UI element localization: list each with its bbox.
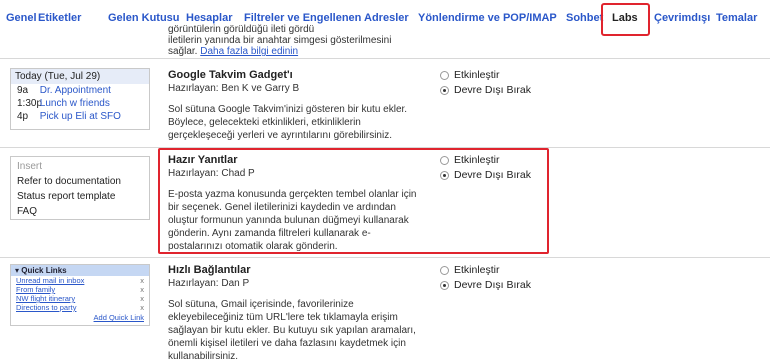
quick-link-row: NW flight itinerary x <box>11 294 149 303</box>
canned-responses-preview: Insert Refer to documentation Status rep… <box>10 156 150 220</box>
disable-label: Devre Dışı Bırak <box>454 279 532 291</box>
canned-responses-highlight <box>158 148 549 254</box>
remove-icon: x <box>140 294 144 303</box>
lab-author: Hazırlayan: Ben K ve Garry B <box>168 83 300 94</box>
tab-labels[interactable]: Etiketler <box>38 12 81 24</box>
radio-icon[interactable] <box>440 266 449 275</box>
quick-link: Unread mail in inbox <box>16 276 85 285</box>
disable-option[interactable]: Devre Dışı Bırak <box>440 278 580 293</box>
lab-title: Google Takvim Gadget'ı <box>168 69 293 81</box>
calendar-event: 4p Pick up Eli at SFO <box>11 110 149 123</box>
event-desc: Pick up Eli at SFO <box>39 111 121 122</box>
partial-line-3-prefix: sağlar. <box>168 46 198 57</box>
tab-inbox[interactable]: Gelen Kutusu <box>108 12 180 24</box>
calendar-gadget-preview: Today (Tue, Jul 29) 9a Dr. Appointment 1… <box>10 68 150 130</box>
radio-selected-icon[interactable] <box>440 281 449 290</box>
remove-icon: x <box>140 285 144 294</box>
lab-options: Etkinleştir Devre Dışı Bırak <box>440 263 580 293</box>
lab-description: Sol sütuna Google Takvim'inizi gösteren … <box>168 104 408 141</box>
canned-item: Status report template <box>17 191 116 202</box>
event-desc: Dr. Appointment <box>39 85 111 96</box>
quick-links-preview: ▾ Quick Links Unread mail in inbox x From… <box>10 264 150 326</box>
enable-label: Etkinleştir <box>454 264 500 276</box>
tab-chat[interactable]: Sohbet <box>566 12 603 24</box>
tab-general[interactable]: Genel <box>6 12 37 24</box>
remove-icon: x <box>140 303 144 312</box>
calendar-event: 9a Dr. Appointment <box>11 84 149 97</box>
quick-links-header: ▾ Quick Links <box>11 265 149 276</box>
canned-item: FAQ <box>17 206 38 217</box>
partial-line-2: iletilerin yanında bir anahtar simgesi g… <box>168 35 392 46</box>
radio-selected-icon[interactable] <box>440 86 449 95</box>
lab-title: Hızlı Bağlantılar <box>168 264 251 276</box>
radio-icon[interactable] <box>440 71 449 80</box>
lab-google-calendar: Google Takvim Gadget'ı Hazırlayan: Ben K… <box>168 68 424 142</box>
learn-more-link[interactable]: Daha fazla bilgi edinin <box>200 46 298 57</box>
event-time: 9a <box>17 85 29 96</box>
tab-accounts[interactable]: Hesaplar <box>186 12 232 24</box>
event-time: 4p <box>17 111 29 122</box>
event-time: 1:30p <box>17 98 43 109</box>
tab-themes[interactable]: Temalar <box>716 12 757 24</box>
remove-icon: x <box>140 276 144 285</box>
disable-label: Devre Dışı Bırak <box>454 84 532 96</box>
canned-item: Insert <box>17 161 43 172</box>
quick-link: Directions to party <box>16 303 77 312</box>
tab-filters[interactable]: Filtreler ve Engellenen Adresler <box>244 12 409 24</box>
calendar-preview-header: Today (Tue, Jul 29) <box>11 69 149 84</box>
partial-line-1: görüntülerin görüldüğü ileti gördü <box>168 24 315 35</box>
quick-link: From family <box>16 285 56 294</box>
tab-forwarding[interactable]: Yönlendirme ve POP/IMAP <box>418 12 557 24</box>
calendar-event: 1:30p Lunch w friends <box>11 97 149 110</box>
quick-link-row: From family x <box>11 285 149 294</box>
partial-line-3: sağlar. Daha fazla bilgi edinin <box>168 46 428 57</box>
row-divider <box>0 58 770 59</box>
quick-link: NW flight itinerary <box>16 294 76 303</box>
lab-quick-links: Hızlı Bağlantılar Hazırlayan: Dan P Sol … <box>168 263 424 362</box>
add-quick-link: Add Quick Link <box>93 313 144 322</box>
event-desc: Lunch w friends <box>39 98 110 109</box>
canned-item: Refer to documentation <box>17 176 121 187</box>
lab-author: Hazırlayan: Dan P <box>168 278 250 289</box>
disable-option[interactable]: Devre Dışı Bırak <box>440 83 580 98</box>
enable-option[interactable]: Etkinleştir <box>440 68 580 83</box>
lab-description: Sol sütuna, Gmail içerisinde, favorileri… <box>168 299 416 362</box>
labs-tab-highlight <box>601 3 650 36</box>
lab-options: Etkinleştir Devre Dışı Bırak <box>440 68 580 98</box>
enable-option[interactable]: Etkinleştir <box>440 263 580 278</box>
tab-offline[interactable]: Çevrimdışı <box>654 12 710 24</box>
quick-link-row: Unread mail in inbox x <box>11 276 149 285</box>
row-divider <box>0 257 770 258</box>
quick-link-row: Directions to party x <box>11 303 149 312</box>
enable-label: Etkinleştir <box>454 69 500 81</box>
partial-lab-description: görüntülerin görüldüğü ileti gördü ileti… <box>168 24 428 57</box>
